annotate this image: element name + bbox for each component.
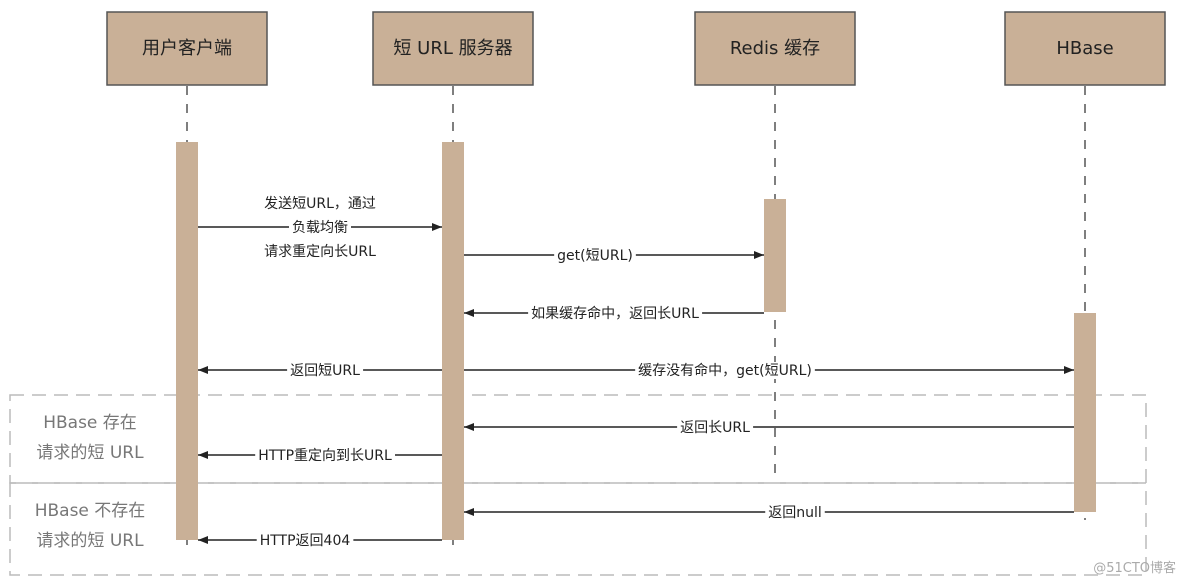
message-arrow: 返回长URL: [464, 420, 1074, 436]
activation-bar: [176, 142, 198, 540]
message-label: 请求重定向长URL: [264, 244, 376, 260]
participant-label: 用户客户端: [142, 38, 232, 59]
message-label: 返回null: [768, 505, 822, 521]
message-arrow: 返回null: [464, 505, 1074, 521]
frame-label: 请求的短 URL: [36, 531, 144, 551]
participant-box: 用户客户端: [106, 11, 268, 86]
participant-label: 短 URL 服务器: [393, 38, 512, 59]
message-label: get(短URL): [557, 248, 633, 264]
message-arrow: get(短URL): [464, 248, 764, 264]
participant-label: Redis 缓存: [730, 38, 820, 59]
participant-label: HBase: [1056, 38, 1113, 59]
message-arrow: HTTP返回404: [198, 533, 442, 549]
activation-bar: [1074, 313, 1096, 512]
message-arrow: HTTP重定向到长URL: [198, 448, 442, 464]
participant-box: Redis 缓存: [694, 11, 856, 86]
message-label: HTTP返回404: [260, 533, 351, 549]
message-label: HTTP重定向到长URL: [258, 448, 392, 464]
participant-box: 短 URL 服务器: [372, 11, 534, 86]
message-label: 缓存没有命中，get(短URL): [638, 362, 812, 379]
frame-label: HBase 不存在: [35, 501, 146, 521]
message-label: 如果缓存命中，返回长URL: [531, 305, 699, 322]
frame-label: 请求的短 URL: [36, 443, 144, 463]
message-arrow: 发送短URL，通过负载均衡请求重定向长URL: [198, 196, 442, 260]
message-label: 发送短URL，通过: [264, 196, 376, 212]
message-label: 负载均衡: [292, 220, 348, 236]
activation-bar: [764, 199, 786, 312]
frame-label: HBase 存在: [43, 413, 137, 433]
activation-bar: [442, 142, 464, 540]
message-arrow: 如果缓存命中，返回长URL: [464, 305, 764, 322]
message-arrow: 返回短URL: [198, 363, 442, 379]
watermark: @51CTO博客: [1093, 560, 1176, 576]
participant-box: HBase: [1004, 11, 1166, 86]
sequence-diagram: HBase 存在请求的短 URL HBase 不存在请求的短 URL 用户客户端 短…: [9, 11, 1176, 576]
message-arrow: 缓存没有命中，get(短URL): [464, 362, 1074, 379]
message-label: 返回长URL: [680, 420, 750, 436]
message-label: 返回短URL: [290, 363, 360, 379]
